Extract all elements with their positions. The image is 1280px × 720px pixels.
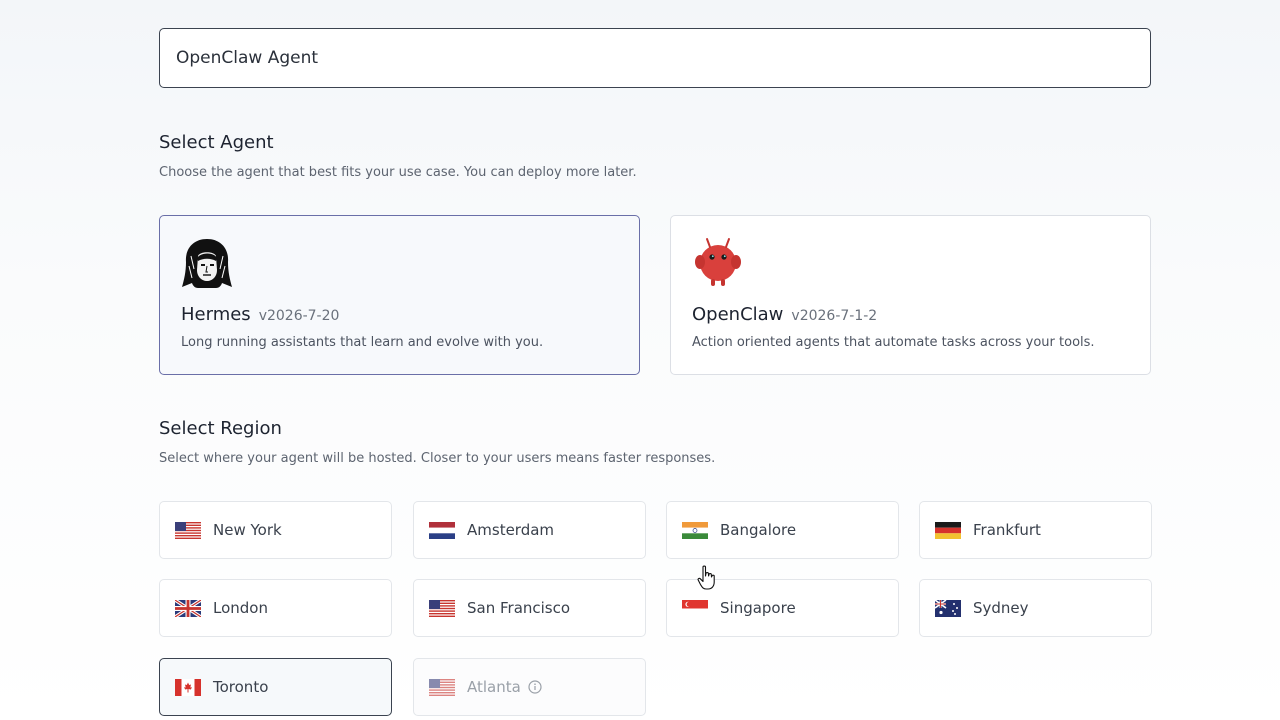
region-card-toronto[interactable]: Toronto (159, 658, 392, 716)
region-card-london[interactable]: London (159, 579, 392, 637)
region-card-bangalore[interactable]: Bangalore (666, 501, 899, 559)
agent-card-openclaw[interactable]: OpenClaw v2026-7-1-2 Action oriented agen… (670, 215, 1151, 375)
region-card-new-york[interactable]: New York (159, 501, 392, 559)
agent-name-hermes: Hermes v2026-7-20 (181, 304, 339, 325)
region-label: Toronto (213, 678, 269, 696)
us-flag-icon (429, 678, 455, 696)
region-label: Sydney (973, 599, 1029, 617)
region-label: San Francisco (467, 599, 571, 617)
region-label: London (213, 599, 268, 617)
agent-card-hermes[interactable]: Hermes v2026-7-20 Long running assistants… (159, 215, 640, 375)
select-agent-subtitle: Choose the agent that best fits your use… (159, 165, 637, 180)
info-icon[interactable] (528, 680, 542, 694)
region-label: Amsterdam (467, 521, 555, 539)
region-label: Frankfurt (973, 521, 1041, 539)
select-region-title: Select Region (159, 418, 282, 439)
hermes-avatar-icon (181, 236, 233, 290)
india-flag-icon (682, 521, 708, 539)
region-card-san-francisco[interactable]: San Francisco (413, 579, 646, 637)
region-label: New York (213, 521, 282, 539)
us-flag-icon (175, 521, 201, 539)
agent-description-openclaw: Action oriented agents that automate tas… (692, 335, 1095, 350)
germany-flag-icon (935, 521, 961, 539)
agent-name-input-value: OpenClaw Agent (176, 48, 319, 68)
region-card-atlanta: Atlanta (413, 658, 646, 716)
uk-flag-icon (175, 599, 201, 617)
region-label: Singapore (720, 599, 796, 617)
australia-flag-icon (935, 599, 961, 617)
agent-name-label: Hermes (181, 304, 251, 325)
region-label: Bangalore (720, 521, 797, 539)
agent-name-openclaw: OpenClaw v2026-7-1-2 (692, 304, 877, 325)
hand-pointer-cursor-icon (697, 565, 717, 591)
canada-flag-icon (175, 678, 201, 696)
agent-name-input[interactable]: OpenClaw Agent (159, 28, 1151, 88)
select-agent-title: Select Agent (159, 132, 274, 153)
agent-name-label: OpenClaw (692, 304, 784, 325)
openclaw-mascot-icon (692, 236, 744, 290)
region-label: Atlanta (467, 678, 521, 696)
agent-version-hermes: v2026-7-20 (258, 308, 340, 324)
us-flag-icon (429, 599, 455, 617)
singapore-flag-icon (682, 599, 708, 617)
select-region-subtitle: Select where your agent will be hosted. … (159, 451, 716, 466)
agent-description-hermes: Long running assistants that learn and e… (181, 335, 544, 350)
region-card-frankfurt[interactable]: Frankfurt (919, 501, 1152, 559)
agent-version-openclaw: v2026-7-1-2 (791, 308, 878, 324)
netherlands-flag-icon (429, 521, 455, 539)
region-card-amsterdam[interactable]: Amsterdam (413, 501, 646, 559)
region-card-sydney[interactable]: Sydney (919, 579, 1152, 637)
